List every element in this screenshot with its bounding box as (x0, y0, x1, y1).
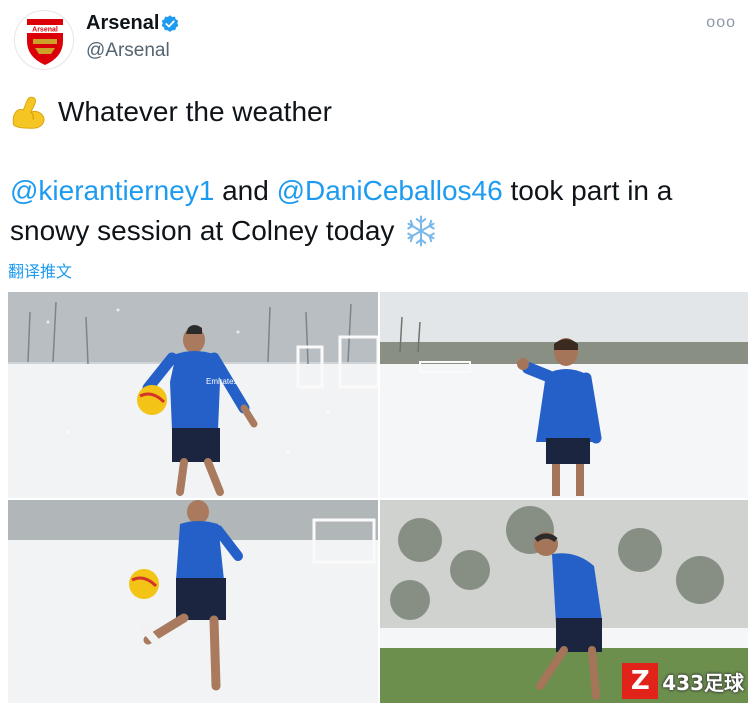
tweet-text-line3: snowy session at Colney today (10, 211, 438, 251)
mention-kierantierney[interactable]: @kierantierney1 (10, 175, 214, 206)
connector-text-2: took part in a (502, 175, 673, 206)
mention-daniceballos[interactable]: @DaniCeballos46 (277, 175, 503, 206)
watermark-text: 433足球 (662, 670, 744, 695)
translate-tweet-link[interactable]: 翻译推文 (8, 258, 72, 282)
crest-text: Arsenal (32, 27, 58, 34)
connector-text: and (214, 175, 277, 206)
snow-training-photo (8, 500, 378, 703)
photo-3[interactable] (8, 500, 378, 703)
arsenal-avatar[interactable]: Arsenal (14, 10, 74, 70)
media-grid: Emirates Z 433足球 (8, 292, 748, 703)
arsenal-crest-icon: Arsenal (27, 19, 63, 65)
photo-1[interactable]: Emirates (8, 292, 378, 498)
photo-2[interactable] (380, 292, 748, 498)
tweet-text-line2: @kierantierney1 and @DaniCeballos46 took… (10, 171, 672, 211)
snowflake-icon (407, 215, 436, 247)
verified-badge-icon (161, 15, 179, 32)
shirt-sponsor-text: Emirates (206, 377, 238, 386)
tweet-headline: Whatever the weather (58, 96, 332, 127)
tweet-header: Arsenal Arsenal @Arsenal ooo (0, 0, 750, 80)
snow-training-photo: Emirates (8, 292, 378, 498)
watermark-logo: Z (622, 663, 659, 699)
display-name[interactable]: Arsenal (86, 12, 159, 35)
tweet-body-text: snowy session at Colney today (10, 215, 395, 246)
snow-training-photo (380, 292, 748, 498)
flexed-biceps-icon (12, 96, 45, 129)
more-options-icon[interactable]: ooo (706, 14, 736, 32)
user-handle[interactable]: @Arsenal (86, 40, 170, 62)
watermark: Z 433足球 (622, 663, 744, 699)
tweet-text-line1: Whatever the weather (10, 92, 332, 132)
photo-4[interactable]: Z 433足球 (380, 500, 748, 703)
